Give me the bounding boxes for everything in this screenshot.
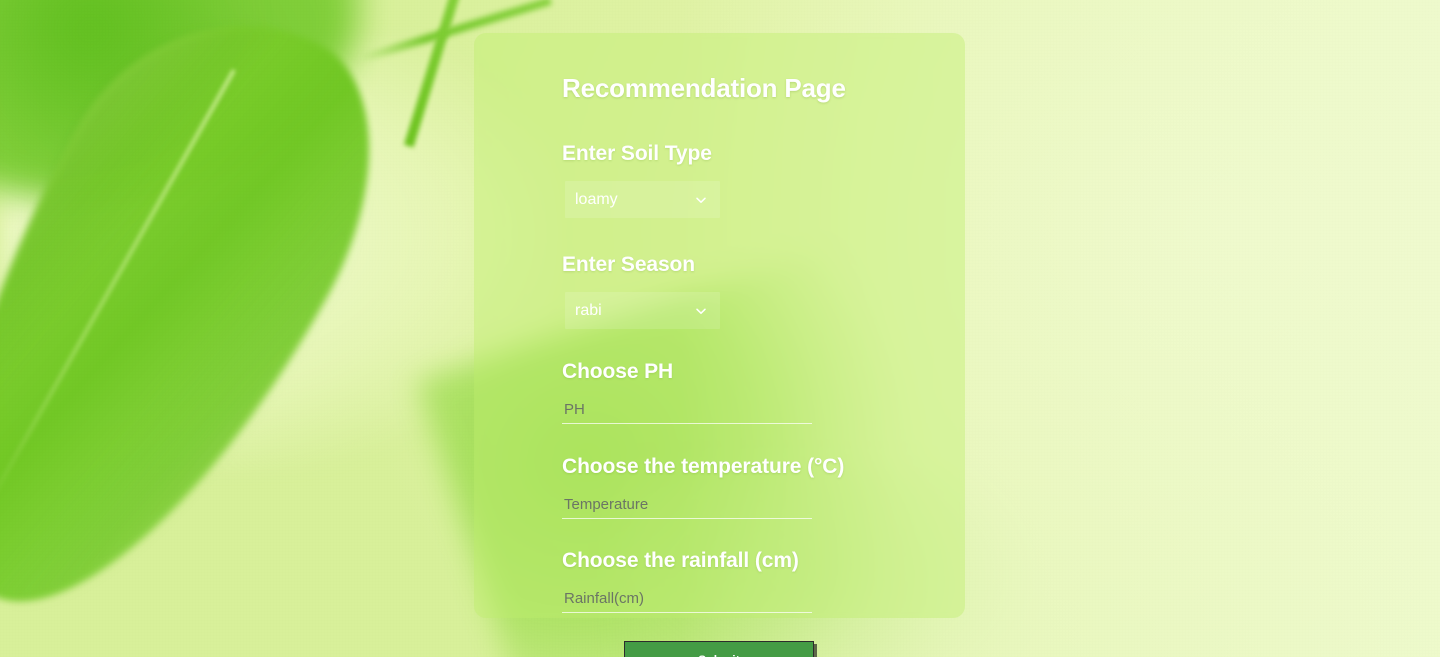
season-label: Enter Season [562, 253, 696, 276]
submit-button[interactable]: Submit [624, 641, 814, 657]
soil-type-select-wrapper[interactable]: loamyclayeysandyblackredalluvial [565, 181, 720, 218]
rainfall-input[interactable] [562, 587, 812, 613]
page-root: Recommendation Page Enter Soil Type loam… [0, 0, 1440, 657]
rainfall-label: Choose the rainfall (cm) [562, 549, 799, 572]
recommendation-card: Recommendation Page Enter Soil Type loam… [474, 33, 965, 657]
ph-input[interactable] [562, 398, 812, 424]
temperature-input[interactable] [562, 493, 812, 519]
season-select-wrapper[interactable]: rabikharifzaidsummerwinter [565, 292, 720, 329]
ph-label: Choose PH [562, 360, 674, 383]
temperature-label: Choose the temperature (°C) [562, 455, 845, 478]
submit-row: Submit [562, 641, 925, 657]
card-content: Recommendation Page Enter Soil Type loam… [474, 61, 965, 657]
soil-type-label: Enter Soil Type [562, 142, 712, 165]
season-select[interactable]: rabikharifzaidsummerwinter [565, 292, 720, 329]
soil-type-select[interactable]: loamyclayeysandyblackredalluvial [565, 181, 720, 218]
page-title: Recommendation Page [562, 73, 846, 103]
